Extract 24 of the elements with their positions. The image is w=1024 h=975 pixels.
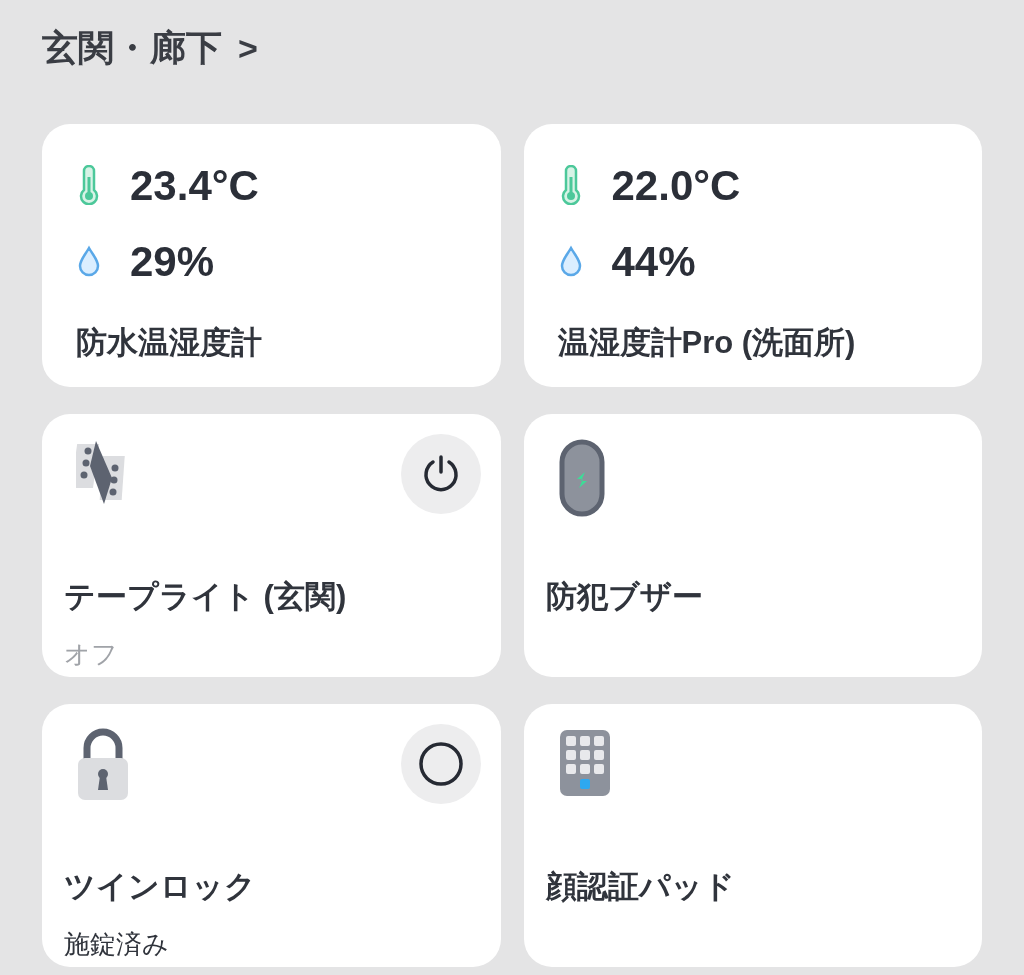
- sensor-card[interactable]: 22.0°C 44% 温湿度計Pro (洗面所): [523, 124, 982, 387]
- device-card[interactable]: 防犯ブザー: [523, 414, 982, 677]
- sensor-card[interactable]: 23.4°C 29% 防水温湿度計: [42, 124, 501, 387]
- keypad-icon: [557, 728, 612, 798]
- device-name: 防犯ブザー: [545, 578, 704, 616]
- section-title[interactable]: 玄関・廊下: [42, 21, 222, 75]
- device-card[interactable]: 顔認証パッド: [523, 704, 982, 967]
- device-name: ツインロック: [64, 868, 257, 906]
- water-drop-icon: [76, 245, 102, 277]
- device-name: テープライト (玄関): [64, 578, 348, 616]
- chevron-icon[interactable]: >: [238, 22, 258, 74]
- device-card[interactable]: ツインロック 施錠済み: [42, 704, 501, 967]
- temperature-reading: 23.4°C: [130, 160, 259, 211]
- device-status: 施錠済み: [64, 927, 170, 961]
- temperature-reading: 22.0°C: [611, 160, 741, 211]
- device-status: オフ: [64, 637, 119, 671]
- humidity-reading: 29%: [130, 236, 215, 287]
- humidity-reading: 44%: [611, 236, 696, 287]
- device-name: 防水温湿度計: [76, 324, 263, 362]
- device-name: 温湿度計Pro (洗面所): [557, 324, 857, 362]
- device-card[interactable]: テープライト (玄関) オフ: [42, 414, 501, 677]
- padlock-icon: [76, 728, 130, 802]
- device-name: 顔認証パッド: [545, 868, 736, 906]
- circle-icon: [417, 741, 464, 787]
